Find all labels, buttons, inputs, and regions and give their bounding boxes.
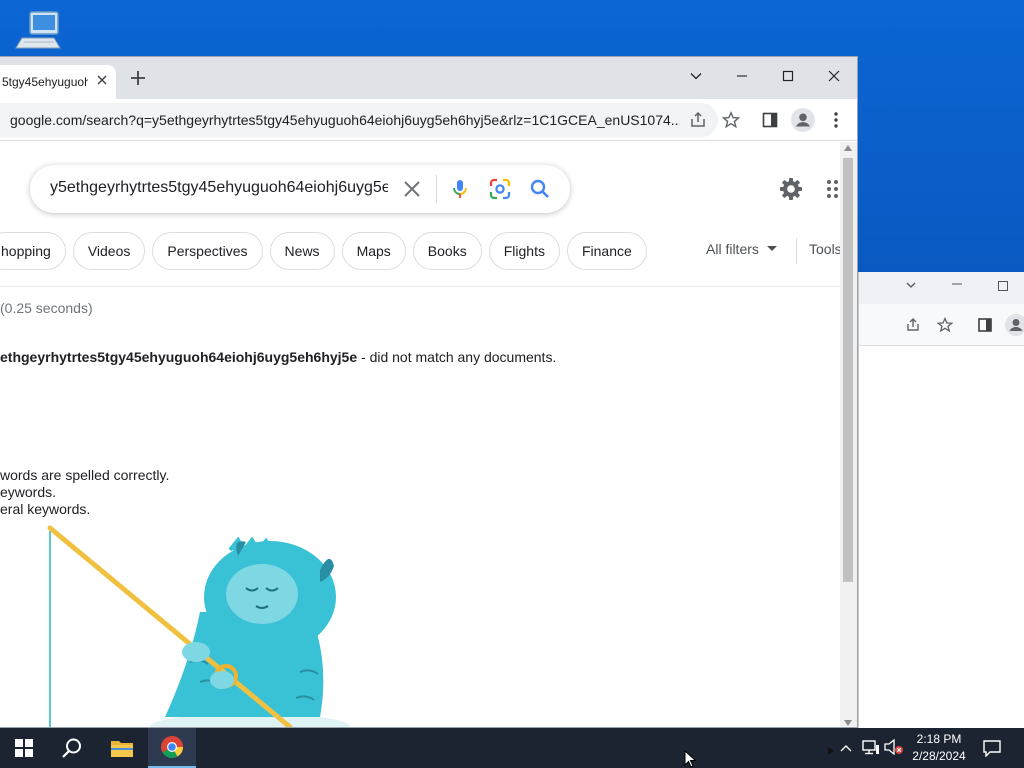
taskbar-search-button[interactable] (50, 728, 94, 768)
search-box-divider (436, 175, 437, 203)
start-button[interactable] (0, 728, 48, 768)
suggestion-item: eywords. (0, 484, 57, 500)
share-icon[interactable] (688, 110, 708, 130)
settings-gear-icon[interactable] (778, 176, 804, 202)
chip-perspectives[interactable]: Perspectives (152, 232, 263, 270)
browser-window: 5tgy45ehyuguoh google.com/search?q=y5eth… (0, 56, 858, 728)
chrome-icon (161, 736, 183, 758)
chip-maps[interactable]: Maps (341, 232, 406, 270)
browser-tab[interactable]: 5tgy45ehyuguoh (0, 65, 116, 99)
clear-search-icon[interactable] (400, 177, 424, 201)
search-filter-chips: hopping Videos Perspectives News Maps Bo… (0, 232, 647, 270)
search-box[interactable]: y5ethgeyrhytrtes5tgy45ehyuguoh64eiohj6uy… (30, 165, 570, 213)
scroll-up-arrow-icon[interactable] (844, 145, 852, 151)
filters-divider (796, 238, 797, 264)
search-input[interactable]: y5ethgeyrhytrtes5tgy45ehyuguoh64eiohj6uy… (50, 179, 388, 197)
page-divider (0, 286, 840, 287)
browser-titlebar: 5tgy45ehyuguoh (0, 57, 857, 99)
chip-news[interactable]: News (269, 232, 335, 270)
share-icon[interactable] (905, 317, 921, 336)
mouse-cursor-icon (684, 750, 697, 768)
tools-button[interactable]: Tools (809, 241, 840, 257)
scrollbar-thumb[interactable] (843, 158, 853, 582)
tab-title: 5tgy45ehyuguoh (2, 75, 88, 89)
side-panel-icon[interactable] (977, 317, 993, 336)
profile-avatar-icon[interactable] (1005, 314, 1024, 339)
folder-icon (111, 741, 133, 757)
this-pc-icon[interactable] (14, 8, 66, 56)
browser-toolbar: google.com/search?q=y5ethgeyrhytrtes5tgy… (0, 99, 857, 141)
page-scrollbar[interactable] (840, 142, 857, 727)
background-window-toolbar (859, 304, 1024, 346)
result-stats: (0.25 seconds) (0, 300, 93, 316)
new-tab-icon[interactable] (130, 69, 146, 92)
google-apps-grid-icon[interactable] (826, 179, 840, 199)
small-caret-icon[interactable] (828, 742, 834, 760)
taskbar-clock[interactable]: 2:18 PM 2/28/2024 (900, 731, 978, 765)
no-match-message: ethgeyrhytrtes5tgy45ehyuguoh64eiohj6uyg5… (0, 349, 556, 365)
no-match-query: ethgeyrhytrtes5tgy45ehyuguoh64eiohj6uyg5… (0, 349, 358, 365)
taskbar: 2:18 PM 2/28/2024 (0, 728, 1024, 768)
windows-logo-icon (15, 739, 33, 757)
more-menu-icon[interactable] (826, 110, 846, 130)
chevron-down-icon[interactable] (905, 279, 917, 294)
chip-flights[interactable]: Flights (488, 232, 560, 270)
search-results-page: y5ethgeyrhytrtes5tgy45ehyuguoh64eiohj6uy… (0, 142, 840, 727)
chip-finance[interactable]: Finance (566, 232, 647, 270)
network-icon[interactable] (862, 739, 880, 760)
address-bar[interactable]: google.com/search?q=y5ethgeyrhytrtes5tgy… (0, 103, 718, 137)
no-match-suffix: - did not match any documents. (357, 349, 557, 365)
bookmark-star-icon[interactable] (721, 110, 741, 130)
clock-date: 2/28/2024 (912, 749, 966, 763)
side-panel-icon[interactable] (760, 110, 780, 130)
clock-time: 2:18 PM (916, 732, 962, 746)
tab-close-icon[interactable] (96, 74, 108, 89)
all-filters-button[interactable]: All filters (706, 241, 777, 257)
chrome-taskbar-button[interactable] (148, 728, 196, 768)
background-window-titlebar (859, 272, 1024, 304)
chip-videos[interactable]: Videos (72, 232, 146, 270)
google-lens-icon[interactable] (488, 177, 512, 201)
show-hidden-icons-chevron-icon[interactable] (840, 741, 852, 759)
bookmark-star-icon[interactable] (936, 316, 954, 336)
close-icon[interactable] (819, 63, 849, 89)
microphone-icon[interactable] (448, 177, 472, 201)
all-filters-label: All filters (706, 241, 759, 257)
result-stats-text: 0.25 seconds) (4, 300, 93, 316)
suggestion-item: words are spelled correctly. (0, 467, 170, 483)
minimize-icon[interactable] (951, 278, 963, 293)
profile-avatar-icon[interactable] (790, 107, 816, 133)
minimize-icon[interactable] (727, 63, 757, 89)
caret-down-icon (766, 246, 777, 251)
notifications-icon[interactable] (982, 739, 1002, 762)
chip-books[interactable]: Books (412, 232, 482, 270)
address-bar-url[interactable]: google.com/search?q=y5ethgeyrhytrtes5tgy… (10, 112, 680, 128)
file-explorer-button[interactable] (100, 728, 144, 768)
search-icon (62, 738, 81, 758)
maximize-icon[interactable] (773, 63, 803, 89)
maximize-icon[interactable] (997, 280, 1009, 295)
search-icon[interactable] (528, 177, 552, 201)
scroll-down-arrow-icon[interactable] (844, 720, 852, 726)
background-browser-window[interactable] (858, 272, 1024, 728)
tab-search-chevron-icon[interactable] (681, 63, 711, 89)
chip-shopping[interactable]: hopping (0, 232, 66, 270)
fishing-monster-illustration (0, 502, 360, 727)
